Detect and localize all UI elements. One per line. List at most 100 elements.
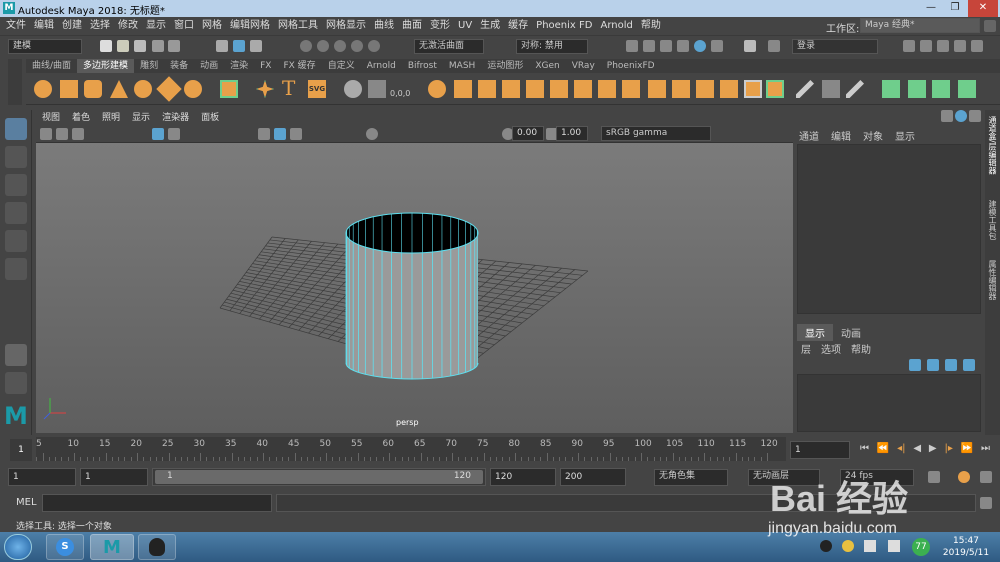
layer-editor-tab[interactable]: 动画 <box>833 324 869 341</box>
snap-view-plane-icon[interactable] <box>351 40 363 52</box>
tray-network-icon[interactable] <box>888 540 900 552</box>
normals-icon[interactable] <box>932 80 950 98</box>
shelf-tab[interactable]: VRay <box>566 59 601 73</box>
scene-end-field[interactable]: 200 <box>560 468 626 486</box>
extract-icon[interactable] <box>478 80 496 98</box>
command-language-label[interactable]: MEL <box>16 497 37 508</box>
smooth-icon[interactable] <box>526 80 544 98</box>
combine-icon[interactable] <box>428 80 446 98</box>
reduce-icon[interactable] <box>550 80 568 98</box>
viewport-menu-item[interactable]: 视图 <box>36 111 66 125</box>
menu-item[interactable]: 帮助 <box>637 17 665 34</box>
select-object-icon[interactable] <box>233 40 245 52</box>
poly-plane-icon[interactable] <box>156 76 182 102</box>
scene-canvas[interactable] <box>36 143 793 433</box>
colorspace-dropdown[interactable]: sRGB gamma <box>601 126 711 141</box>
pause-icon[interactable] <box>744 40 756 52</box>
play-forward-icon[interactable]: ▶ <box>929 443 937 457</box>
bridge-icon[interactable] <box>648 80 666 98</box>
menu-item[interactable]: 网格显示 <box>322 17 370 34</box>
taskbar-app-sogou[interactable]: S <box>46 534 84 560</box>
workspace-dropdown[interactable]: Maya 经典* <box>860 18 980 33</box>
login-dropdown[interactable]: 登录 <box>792 39 878 54</box>
layer-editor-tab[interactable]: 显示 <box>797 324 833 341</box>
command-input[interactable] <box>42 494 272 512</box>
menu-item[interactable]: 缓存 <box>504 17 532 34</box>
lighting-icon[interactable] <box>366 128 378 140</box>
exposure-field[interactable]: 0.00 <box>512 126 544 141</box>
four-view-icon[interactable] <box>5 372 27 394</box>
shelf-tab[interactable]: FX <box>254 59 277 73</box>
fill-hole-icon[interactable] <box>672 80 690 98</box>
panel-icon-2[interactable] <box>955 110 967 122</box>
go-to-start-icon[interactable]: ⏮ <box>860 443 869 457</box>
harden-edge-icon[interactable] <box>908 80 926 98</box>
paint-select-tool-icon[interactable] <box>5 174 27 196</box>
playback-start-field[interactable]: 1 <box>80 468 148 486</box>
layer-editor-menu-item[interactable]: 选项 <box>821 345 841 356</box>
boolean-icon[interactable] <box>502 80 520 98</box>
ipr-render-icon[interactable] <box>660 40 672 52</box>
cylinder-mesh[interactable] <box>345 212 479 380</box>
channel-box-menu-item[interactable]: 对象 <box>863 132 883 143</box>
tray-app-icon[interactable] <box>842 540 854 552</box>
scene-start-field[interactable]: 1 <box>8 468 76 486</box>
save-scene-icon[interactable] <box>134 40 146 52</box>
script-editor-icon[interactable] <box>980 497 992 509</box>
open-scene-icon[interactable] <box>117 40 129 52</box>
channel-box-menu-item[interactable]: 通道 <box>799 132 819 143</box>
bookmark-icon[interactable] <box>72 128 84 140</box>
new-scene-icon[interactable] <box>100 40 112 52</box>
shelf-tab[interactable]: 多边形建模 <box>77 59 135 73</box>
hypershade-icon[interactable] <box>694 40 706 52</box>
menu-item[interactable]: 编辑 <box>30 17 58 34</box>
shelf-tab[interactable]: MASH <box>443 59 481 73</box>
gamma-field[interactable]: 1.00 <box>556 126 588 141</box>
shelf-tab[interactable]: 装备 <box>164 59 194 73</box>
step-back-key-icon[interactable]: ◂| <box>897 443 905 457</box>
mirror-icon[interactable] <box>574 80 592 98</box>
shelf-tab[interactable]: PhoenixFD <box>601 59 661 73</box>
render-view-icon[interactable] <box>677 40 689 52</box>
poly-disc-icon[interactable] <box>184 80 202 98</box>
shelf-tab[interactable]: 雕刻 <box>134 59 164 73</box>
textured-icon[interactable] <box>290 128 302 140</box>
playback-end-field[interactable]: 120 <box>490 468 556 486</box>
panel-toggle-5-icon[interactable] <box>971 40 983 52</box>
menu-item[interactable]: 生成 <box>476 17 504 34</box>
new-layer-selected-icon[interactable] <box>963 359 975 371</box>
scale-tool-icon[interactable] <box>5 258 27 280</box>
anim-layer-dropdown[interactable]: 无动画层 <box>748 469 820 486</box>
menu-item[interactable]: 修改 <box>114 17 142 34</box>
sculpt-icon[interactable] <box>344 80 362 98</box>
go-to-end-icon[interactable]: ⏭ <box>981 443 990 457</box>
channel-box-menu-item[interactable]: 显示 <box>895 132 915 143</box>
step-forward-key-icon[interactable]: |▸ <box>944 443 952 457</box>
menu-item[interactable]: Arnold <box>596 17 636 34</box>
viewport-menu-item[interactable]: 面板 <box>195 111 225 125</box>
bevel-icon[interactable] <box>622 80 640 98</box>
camera-select-icon[interactable] <box>40 128 52 140</box>
render-settings-icon[interactable] <box>626 40 638 52</box>
channel-box-area[interactable] <box>797 144 981 314</box>
select-hierarchy-icon[interactable] <box>216 40 228 52</box>
tray-badge[interactable]: 77 <box>912 538 930 556</box>
taskbar-app-maya[interactable]: M <box>90 534 134 560</box>
append-polygon-icon[interactable] <box>696 80 714 98</box>
camera-attr-icon[interactable] <box>56 128 68 140</box>
pencil-icon[interactable] <box>796 80 814 98</box>
live-surface-field[interactable]: 无激活曲面 <box>414 39 484 54</box>
shelf-tab[interactable]: Bifrost <box>402 59 443 73</box>
viewport-menu-item[interactable]: 着色 <box>66 111 96 125</box>
conform-icon[interactable] <box>958 80 976 98</box>
symmetry-dropdown[interactable]: 对称: 禁用 <box>516 39 588 54</box>
timeline-track[interactable]: 5 10 15 20 25 30 35 40 45 50 55 60 65 70 75 80 85 90 95 100… <box>36 437 786 461</box>
poly-cone-icon[interactable] <box>110 80 128 98</box>
panel-toggle-3-icon[interactable] <box>937 40 949 52</box>
render-setup-icon[interactable] <box>711 40 723 52</box>
menuset-dropdown[interactable]: 建模 <box>8 39 82 54</box>
panel-toggle-4-icon[interactable] <box>954 40 966 52</box>
restore-button[interactable]: ❐ <box>944 0 966 17</box>
super-shape-icon[interactable] <box>256 80 274 98</box>
poly-sphere-icon[interactable] <box>34 80 52 98</box>
